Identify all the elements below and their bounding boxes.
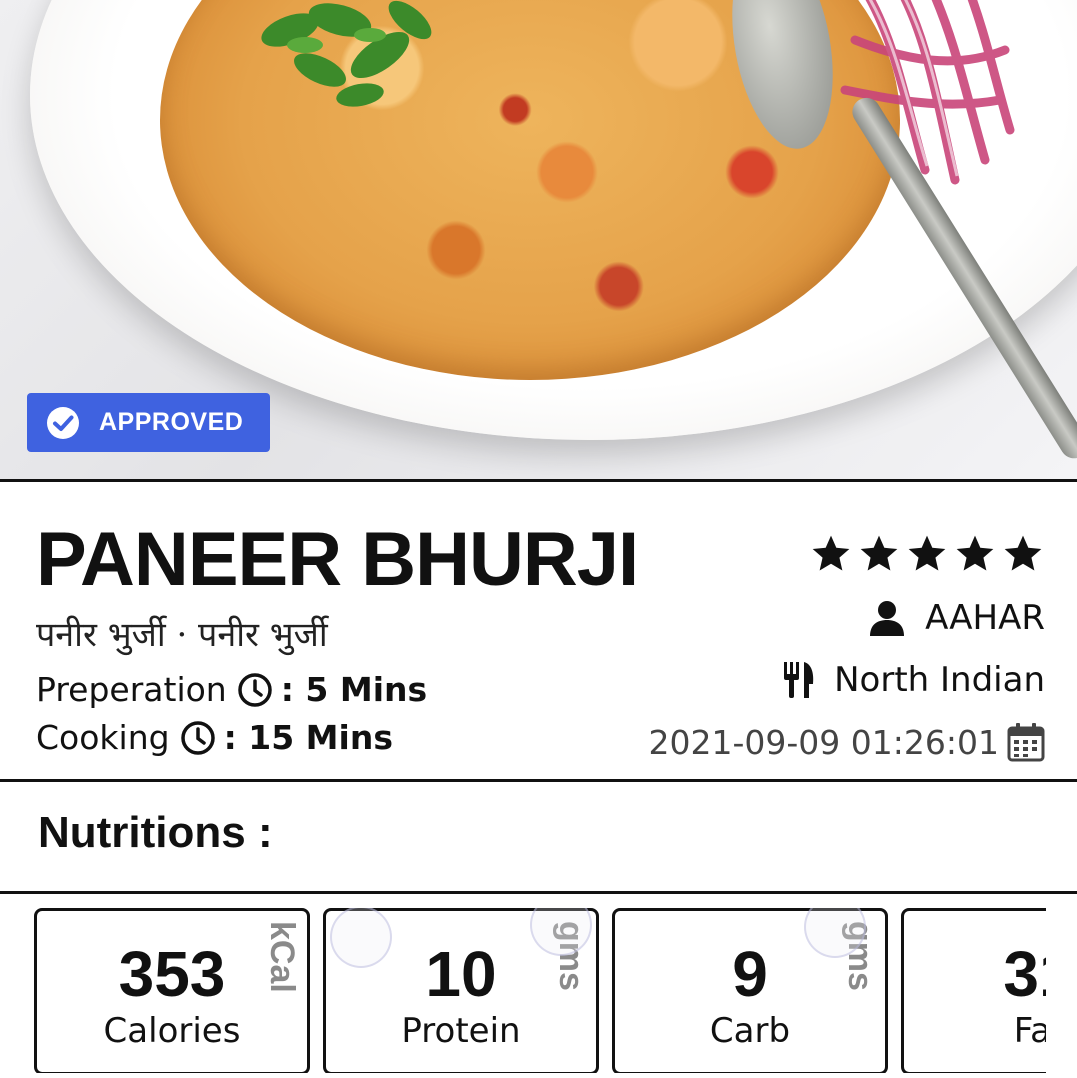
recipe-title: PANEER BHURJI [36,517,639,602]
calories-unit: kCal [263,921,301,993]
recipe-author[interactable]: AAHAR [867,598,1045,638]
protein-label: Protein [401,1011,521,1051]
cilantro-garnish [261,0,432,107]
nutrition-card-calories[interactable]: 353 Calories kCal [34,908,310,1073]
preparation-value: : 5 Mins [280,670,428,709]
preparation-time: Preperation : 5 Mins [36,670,427,709]
rating-stars [809,532,1045,576]
star-icon [812,535,850,571]
star-icon [956,535,994,571]
fat-label: Fat [1013,1011,1046,1051]
calories-label: Calories [103,1011,241,1051]
preparation-label: Preperation [36,670,227,709]
recipe-cuisine: North Indian [782,660,1045,700]
recipe-native-name: पनीर भुर्जी · पनीर भुर्जी [36,615,328,655]
carb-label: Carb [709,1011,791,1051]
cuisine-name: North Indian [834,660,1045,700]
clock-icon [180,720,215,755]
touch-ripple [330,908,392,968]
approved-badge-label: APPROVED [99,408,244,436]
divider [0,479,1077,482]
star-icon [1004,535,1042,571]
utensils-icon [784,662,814,698]
clock-icon [237,672,272,707]
nutrition-card-fat[interactable]: 31 Fat gms [901,908,1046,1073]
user-icon [870,601,905,636]
recipe-photo: APPROVED [0,0,1077,480]
recipe-date: 2021-09-09 01:26:01 [649,722,1045,762]
divider [0,779,1077,782]
nutrition-section-title: Nutritions : [38,808,273,857]
cooking-value: : 15 Mins [223,718,393,757]
nutrition-cards[interactable]: 353 Calories kCal 10 Protein gms 9 Carb … [34,908,1046,1073]
fat-value: 31 [1003,938,1046,1010]
calendar-icon [1007,723,1045,762]
approved-badge: APPROVED [27,393,270,452]
divider [0,891,1077,894]
author-name: AAHAR [925,598,1045,638]
date-text: 2021-09-09 01:26:01 [648,722,999,762]
star-icon [908,535,946,571]
check-circle-icon [47,406,79,439]
cooking-label: Cooking [36,718,170,757]
star-icon [860,535,898,571]
cooking-time: Cooking : 15 Mins [36,718,393,757]
